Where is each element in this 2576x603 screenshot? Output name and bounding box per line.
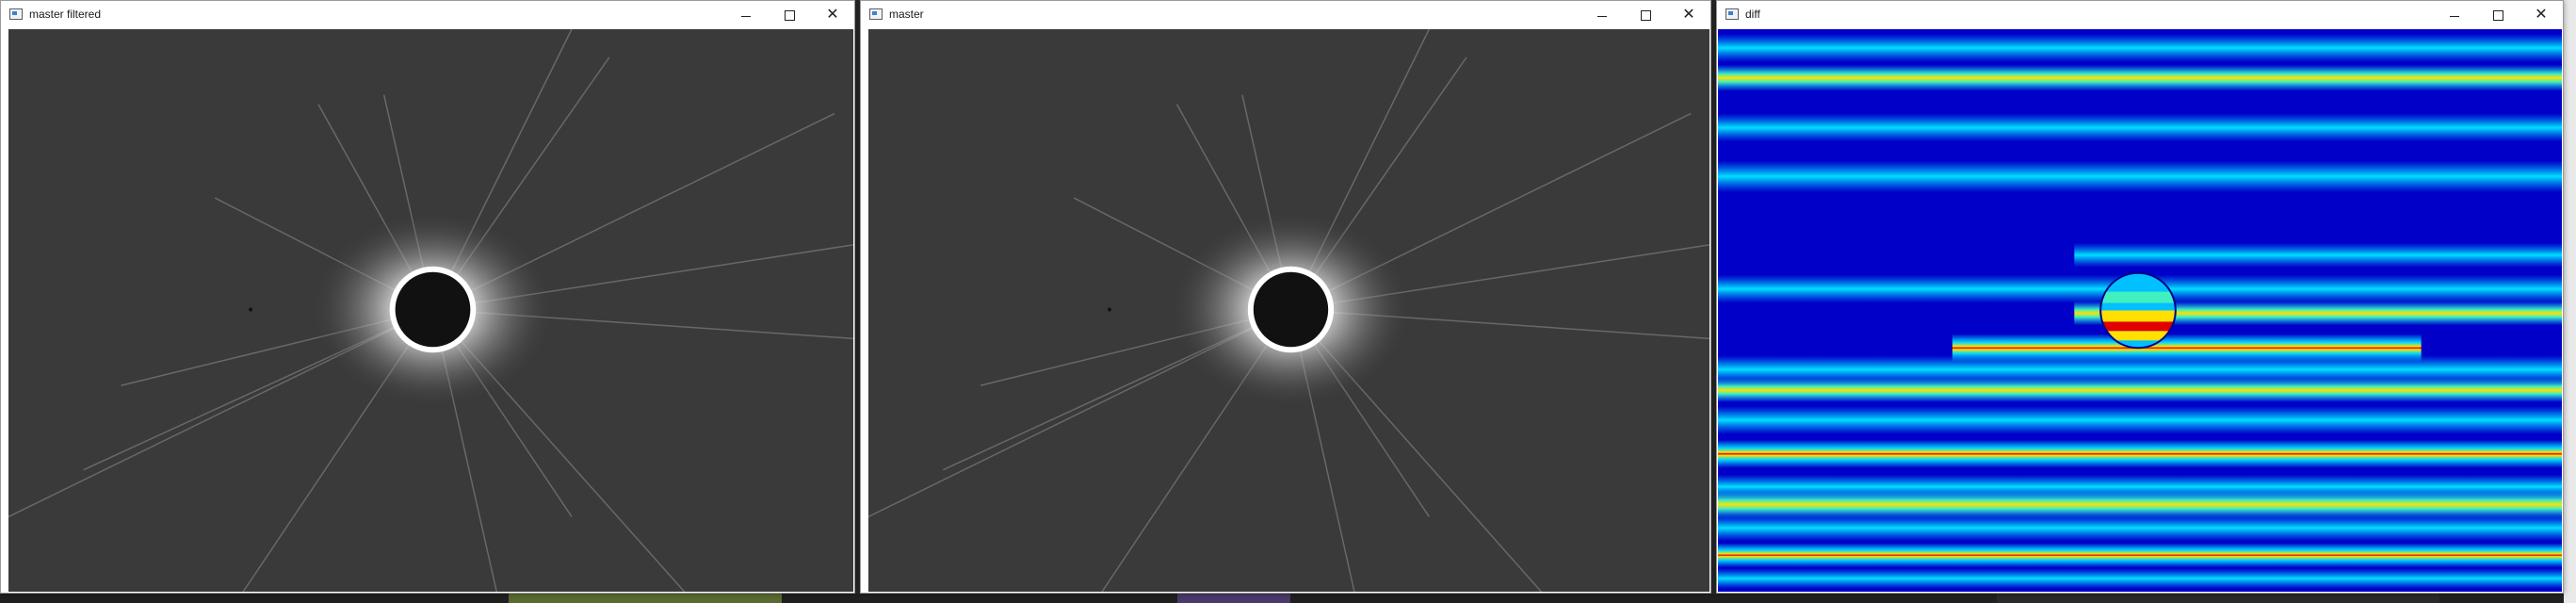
close-icon: ✕ [1682,7,1695,23]
maximize-button[interactable] [768,1,811,29]
title-bar[interactable]: diff ✕ [1717,1,2563,29]
app-window-icon [869,8,883,20]
app-window-icon [9,8,23,20]
title-bar[interactable]: master ✕ [861,1,1710,29]
close-button[interactable]: ✕ [1667,1,1710,29]
eclipse-image [868,29,1709,592]
desktop-right-strip [2564,0,2576,603]
maximize-icon [784,9,795,21]
window-title: diff [1745,8,1760,21]
window-title: master [889,8,924,21]
image-viewport[interactable] [1718,29,2562,592]
taskbar-fragment [1997,594,2439,603]
close-button[interactable]: ✕ [811,1,854,29]
maximize-icon [1640,9,1651,21]
minimize-icon [2450,15,2459,17]
window-master-filtered[interactable]: master filtered ✕ [0,0,855,594]
close-button[interactable]: ✕ [2519,1,2563,29]
minimize-icon [741,15,751,17]
window-title: master filtered [29,8,102,21]
minimize-button[interactable] [1580,1,1624,29]
minimize-icon [1597,15,1607,17]
maximize-button[interactable] [1624,1,1667,29]
eclipse-image [8,29,853,592]
difference-heatmap [1718,29,2562,592]
window-diff[interactable]: diff ✕ [1716,0,2564,594]
close-icon: ✕ [826,7,839,23]
image-viewport[interactable] [868,29,1709,592]
desktop-bottom-strip [0,594,2576,603]
window-master[interactable]: master ✕ [860,0,1711,594]
maximize-icon [2492,9,2503,21]
minimize-button[interactable] [2433,1,2476,29]
close-icon: ✕ [2535,7,2548,23]
minimize-button[interactable] [724,1,768,29]
desktop-wallpaper-fragment [1177,594,1290,603]
app-window-icon [1725,8,1739,20]
desktop-wallpaper-fragment [509,594,782,603]
image-viewport[interactable] [8,29,853,592]
maximize-button[interactable] [2476,1,2519,29]
title-bar[interactable]: master filtered ✕ [1,1,854,29]
